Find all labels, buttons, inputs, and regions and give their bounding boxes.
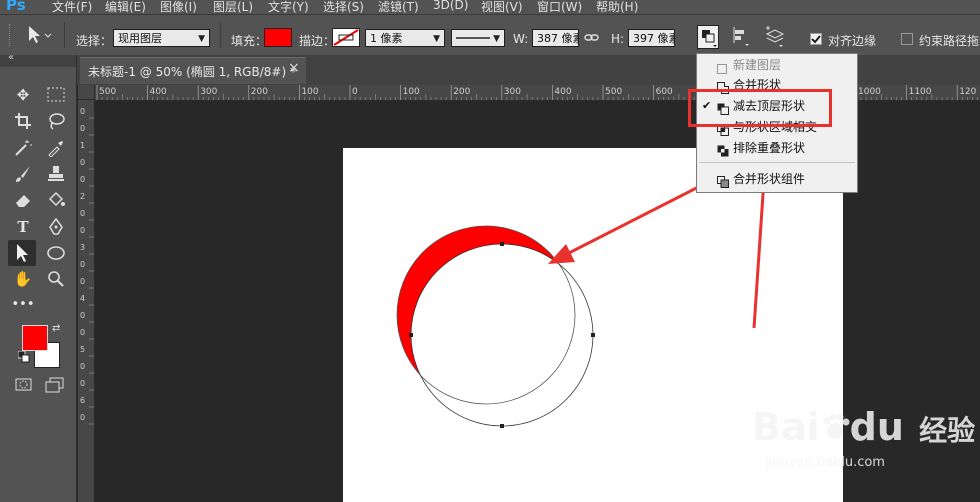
paw-icon bbox=[820, 407, 850, 439]
watermark-url: jingyan.baidu.com bbox=[765, 455, 885, 470]
menu-item-exclude-overlapping[interactable]: 排除重叠形状 bbox=[697, 138, 857, 158]
anchor-point-left[interactable] bbox=[409, 333, 413, 337]
menu-item-label: 合并形状组件 bbox=[733, 172, 806, 186]
watermark-brand-2: du bbox=[849, 405, 904, 449]
new-layer-icon bbox=[717, 60, 727, 74]
watermark-logo: Bai du 经验 bbox=[752, 405, 975, 453]
annotation-arrowhead-shape bbox=[548, 244, 575, 264]
menu-item-merge-components[interactable]: 合并形状组件 bbox=[697, 169, 857, 189]
watermark-brand: Bai bbox=[752, 405, 820, 449]
exclude-overlapping-icon bbox=[717, 143, 729, 157]
anchor-point-right[interactable] bbox=[591, 333, 595, 337]
merge-components-icon bbox=[717, 174, 729, 188]
menu-item-label: 排除重叠形状 bbox=[733, 141, 806, 155]
ellipse-1-shape[interactable] bbox=[397, 226, 575, 404]
watermark-jingyan: 经验 bbox=[919, 414, 976, 447]
anchor-point-top[interactable] bbox=[500, 242, 504, 246]
annotation-highlight-box bbox=[688, 89, 832, 127]
menu-item-label: 新建图层 bbox=[733, 58, 782, 72]
anchor-point-bottom[interactable] bbox=[500, 424, 504, 428]
menu-divider bbox=[699, 162, 855, 163]
menu-item-new-layer[interactable]: 新建图层 bbox=[697, 55, 857, 75]
